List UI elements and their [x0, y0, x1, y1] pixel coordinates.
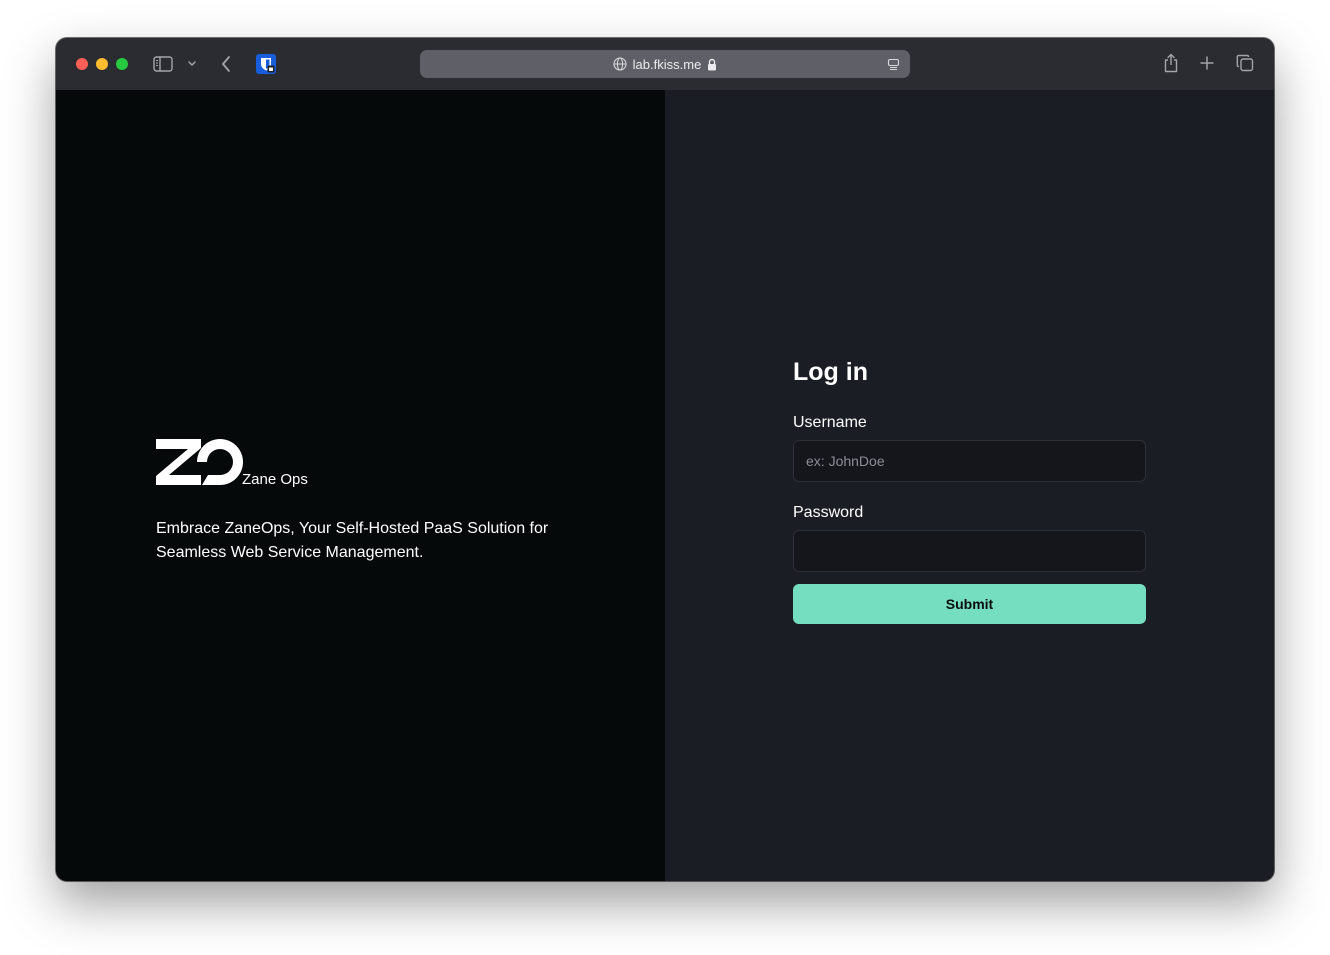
maximize-window-button[interactable]: [116, 58, 128, 70]
brand-panel: Zane Ops Embrace ZaneOps, Your Self-Host…: [56, 90, 665, 881]
plus-icon[interactable]: [1198, 54, 1216, 72]
sidebar-icon[interactable]: [153, 54, 173, 74]
chevron-down-icon[interactable]: [186, 58, 198, 70]
brand-name: Zane Ops: [242, 471, 308, 488]
login-panel: Log in Username Password Submit: [665, 90, 1274, 881]
globe-icon: [613, 57, 627, 71]
login-title: Log in: [793, 358, 868, 386]
username-label: Username: [793, 414, 867, 431]
password-label: Password: [793, 504, 864, 521]
bitwarden-icon[interactable]: [255, 53, 277, 75]
zaneops-logo: [156, 439, 246, 485]
browser-window: lab.fkiss.me Zane Ops Embrace ZaneOps, Y…: [56, 38, 1274, 881]
browser-toolbar: lab.fkiss.me: [56, 38, 1274, 90]
reader-icon[interactable]: [886, 57, 900, 71]
share-icon[interactable]: [1161, 52, 1181, 74]
tabs-icon[interactable]: [1235, 53, 1255, 73]
address-bar[interactable]: lab.fkiss.me: [420, 50, 910, 78]
close-window-button[interactable]: [76, 58, 88, 70]
brand-tagline: Embrace ZaneOps, Your Self-Hosted PaaS S…: [156, 520, 549, 561]
password-input[interactable]: [793, 530, 1146, 572]
username-input[interactable]: [793, 440, 1146, 482]
url-text: lab.fkiss.me: [632, 56, 702, 72]
minimize-window-button[interactable]: [96, 58, 108, 70]
lock-icon: [707, 58, 717, 71]
submit-button[interactable]: Submit: [793, 584, 1146, 624]
back-icon[interactable]: [218, 54, 234, 74]
